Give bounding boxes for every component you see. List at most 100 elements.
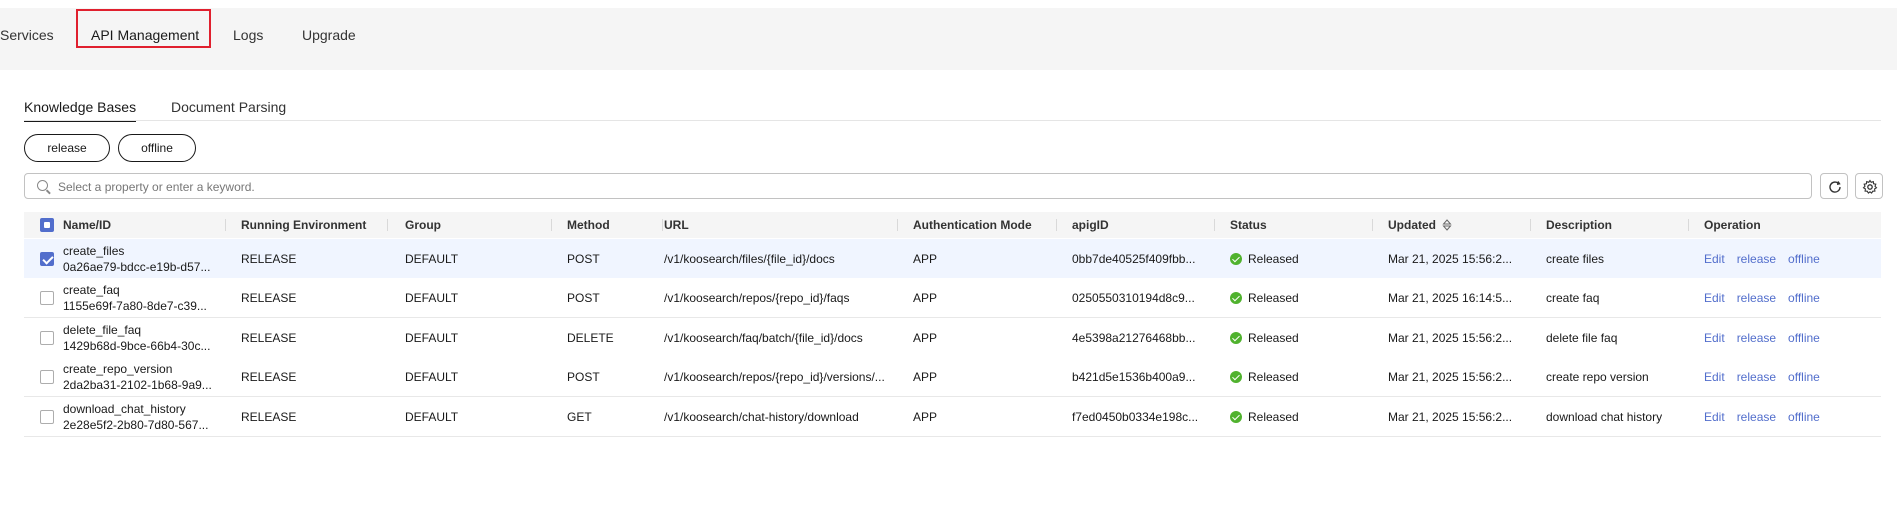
cell-auth: APP	[913, 291, 938, 305]
cell-auth: APP	[913, 370, 938, 384]
col-operation: Operation	[1704, 218, 1761, 232]
row-checkbox[interactable]	[40, 410, 54, 424]
cell-operation: Edit release offline	[1704, 397, 1832, 437]
refresh-button[interactable]	[1820, 173, 1848, 199]
col-auth: Authentication Mode	[913, 218, 1032, 232]
offline-link[interactable]: offline	[1788, 410, 1820, 424]
api-id: 1155e69f-7a80-8de7-c39...	[63, 299, 207, 313]
col-divider	[897, 219, 898, 231]
edit-link[interactable]: Edit	[1704, 252, 1725, 266]
edit-link[interactable]: Edit	[1704, 410, 1725, 424]
col-updated[interactable]: Updated	[1388, 212, 1452, 238]
col-env: Running Environment	[241, 218, 367, 232]
col-apigid: apigID	[1072, 218, 1109, 232]
api-id: 2e28e5f2-2b80-7d80-567...	[63, 418, 209, 432]
col-url: URL	[664, 218, 689, 232]
table-row[interactable]: delete_file_faq 1429b68d-9bce-66b4-30c...…	[24, 318, 1881, 358]
search-input[interactable]: Select a property or enter a keyword.	[24, 173, 1812, 199]
cell-method: DELETE	[567, 331, 614, 345]
edit-link[interactable]: Edit	[1704, 291, 1725, 305]
tab-document-parsing[interactable]: Document Parsing	[171, 96, 286, 118]
cell-description: create files	[1546, 252, 1605, 266]
status-check-icon	[1230, 411, 1242, 423]
settings-button[interactable]	[1855, 173, 1883, 199]
cell-status: Released	[1230, 397, 1299, 437]
col-description: Description	[1546, 218, 1613, 232]
cell-status: Released	[1230, 318, 1299, 358]
cell-description: download chat history	[1546, 410, 1663, 424]
highlight-annotation	[76, 9, 211, 48]
cell-operation: Edit release offline	[1704, 318, 1832, 358]
col-divider	[1688, 219, 1689, 231]
status-check-icon	[1230, 253, 1242, 265]
offline-link[interactable]: offline	[1788, 252, 1820, 266]
cell-method: POST	[567, 291, 600, 305]
cell-group: DEFAULT	[405, 410, 459, 424]
offline-link[interactable]: offline	[1788, 291, 1820, 305]
cell-description: create repo version	[1546, 370, 1649, 384]
edit-link[interactable]: Edit	[1704, 370, 1725, 384]
status-text: Released	[1248, 331, 1299, 345]
row-checkbox[interactable]	[40, 252, 54, 266]
cell-status: Released	[1230, 239, 1299, 279]
select-all-checkbox[interactable]	[40, 218, 54, 232]
col-divider	[225, 219, 226, 231]
status-text: Released	[1248, 410, 1299, 424]
cell-env: RELEASE	[241, 331, 297, 345]
cell-env: RELEASE	[241, 410, 297, 424]
cell-env: RELEASE	[241, 291, 297, 305]
col-divider	[1372, 219, 1373, 231]
release-link[interactable]: release	[1737, 410, 1776, 424]
cell-auth: APP	[913, 410, 938, 424]
col-status: Status	[1230, 218, 1267, 232]
table-row[interactable]: create_repo_version 2da2ba31-2102-1b68-9a…	[24, 357, 1881, 397]
cell-env: RELEASE	[241, 252, 297, 266]
status-check-icon	[1230, 332, 1242, 344]
release-button[interactable]: release	[24, 134, 110, 162]
offline-button[interactable]: offline	[118, 134, 196, 162]
cell-method: POST	[567, 370, 600, 384]
search-icon	[37, 180, 48, 191]
col-method: Method	[567, 218, 610, 232]
release-link[interactable]: release	[1737, 291, 1776, 305]
cell-url: /v1/koosearch/faq/batch/{file_id}/docs	[664, 331, 863, 345]
cell-status: Released	[1230, 278, 1299, 318]
sort-icon[interactable]	[1442, 219, 1452, 231]
release-link[interactable]: release	[1737, 252, 1776, 266]
offline-link[interactable]: offline	[1788, 370, 1820, 384]
table-row[interactable]: create_faq 1155e69f-7a80-8de7-c39... RELEA…	[24, 278, 1881, 318]
row-checkbox[interactable]	[40, 331, 54, 345]
subtab-divider	[24, 120, 1881, 121]
tab-label: Services	[0, 27, 54, 43]
cell-name-id: delete_file_faq 1429b68d-9bce-66b4-30c...	[63, 318, 213, 358]
cell-group: DEFAULT	[405, 370, 459, 384]
cell-group: DEFAULT	[405, 252, 459, 266]
row-checkbox[interactable]	[40, 291, 54, 305]
content-gap	[0, 46, 1897, 70]
cell-updated: Mar 21, 2025 15:56:2...	[1388, 410, 1513, 424]
cell-updated: Mar 21, 2025 16:14:5...	[1388, 291, 1513, 305]
refresh-icon	[1829, 181, 1841, 193]
cell-auth: APP	[913, 331, 938, 345]
cell-apigid: 4e5398a21276468bb...	[1072, 331, 1196, 345]
table-row[interactable]: create_files 0a26ae79-bdcc-e19b-d57... REL…	[24, 239, 1881, 279]
cell-name-id: download_chat_history 2e28e5f2-2b80-7d80-…	[63, 397, 213, 437]
tab-label: Knowledge Bases	[24, 99, 137, 115]
cell-updated: Mar 21, 2025 15:56:2...	[1388, 370, 1513, 384]
api-id: 1429b68d-9bce-66b4-30c...	[63, 339, 211, 353]
cell-method: GET	[567, 410, 592, 424]
cell-name-id: create_files 0a26ae79-bdcc-e19b-d57...	[63, 239, 213, 279]
edit-link[interactable]: Edit	[1704, 331, 1725, 345]
offline-link[interactable]: offline	[1788, 331, 1820, 345]
status-check-icon	[1230, 292, 1242, 304]
api-name: create_faq	[63, 283, 120, 297]
tab-knowledge-bases[interactable]: Knowledge Bases	[24, 96, 137, 122]
release-link[interactable]: release	[1737, 370, 1776, 384]
row-checkbox[interactable]	[40, 370, 54, 384]
tab-label: Document Parsing	[171, 99, 287, 115]
gear-icon	[1862, 179, 1878, 194]
cell-group: DEFAULT	[405, 331, 459, 345]
status-text: Released	[1248, 370, 1299, 384]
release-link[interactable]: release	[1737, 331, 1776, 345]
table-row[interactable]: download_chat_history 2e28e5f2-2b80-7d80-…	[24, 397, 1881, 437]
